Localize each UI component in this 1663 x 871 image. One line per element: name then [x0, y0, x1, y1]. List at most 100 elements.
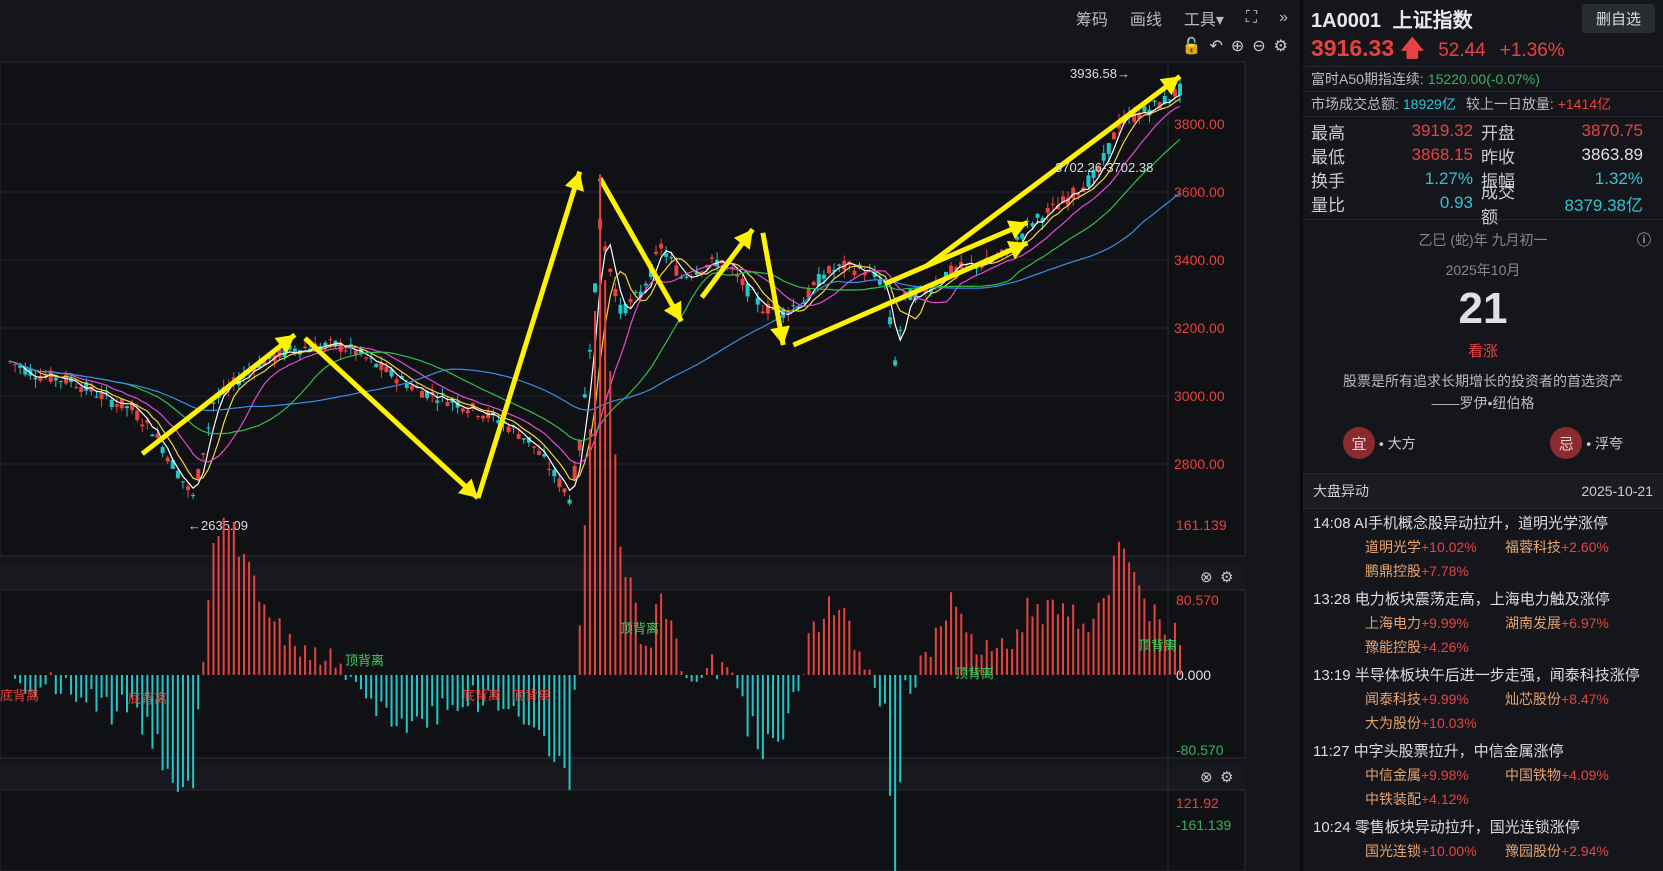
macd-y-tick-label: 80.570	[1176, 592, 1219, 608]
open-value: 3870.75	[1581, 121, 1643, 140]
candle-body	[175, 470, 180, 479]
divergence-label: 顶背离	[1138, 638, 1177, 653]
candle-body	[567, 499, 572, 504]
news-stock[interactable]: 湖南发展+6.97%	[1505, 611, 1645, 635]
news-stock[interactable]: 福蓉科技+2.60%	[1505, 535, 1645, 559]
news-headline[interactable]: 10:24 零售板块异动拉升，国光连锁涨停	[1313, 816, 1653, 839]
news-headline[interactable]: 14:08 AI手机概念股异动拉升，道明光学涨停	[1313, 512, 1653, 535]
candle-body	[206, 427, 211, 429]
candle-body	[303, 346, 308, 349]
candle-body	[516, 434, 521, 439]
candle-body	[791, 305, 796, 307]
news-stock[interactable]: 大为股份+10.03%	[1365, 711, 1505, 735]
candle-body	[898, 329, 903, 331]
news-stock[interactable]: 中国铁物+4.09%	[1505, 763, 1645, 787]
candle-body	[893, 360, 898, 366]
panel-settings-icon[interactable]: ⚙	[1220, 768, 1233, 786]
news-item[interactable]: 14:08 AI手机概念股异动拉升，道明光学涨停 道明光学+10.02% 福蓉科技+…	[1303, 509, 1663, 585]
news-stock-name: 道明光学	[1365, 539, 1421, 555]
kline-chart[interactable]: 3800.00 3600.00 3400.00 3200.00 3000.00 2800.…	[0, 0, 1300, 871]
stats-grid: 最高 3919.32 开盘 3870.75 最低 3868.15 昨收 3863.89 换手…	[1303, 116, 1663, 227]
amount-value: 8379.38亿	[1564, 195, 1643, 215]
last-price: 3916.33 🡅	[1311, 34, 1425, 61]
chart-area[interactable]: 筹码 画线 工具▾ ⛶ » 🔓 ↶ ⊕ ⊖ ⚙ 3800.00 3600.00 34…	[0, 0, 1300, 871]
news-stock-name: 豫能控股	[1365, 639, 1421, 655]
close-panel-icon[interactable]: ⊗	[1200, 768, 1213, 786]
news-stock-change: +6.97%	[1561, 615, 1609, 631]
candle-body	[837, 264, 842, 266]
news-stock-row: 闻泰科技+9.99% 灿芯股份+8.47%	[1313, 687, 1653, 711]
market-mood: 看涨	[1467, 343, 1498, 360]
volume-ratio-value: 0.93	[1439, 193, 1473, 212]
candle-body	[445, 401, 450, 406]
a50-value: 15220.00(-0.07%)	[1427, 71, 1540, 87]
remove-watchlist-button[interactable]: 删自选	[1581, 3, 1655, 33]
lunar-date: 乙巳 (蛇)年 九月初一	[1418, 232, 1548, 248]
candle-body	[557, 478, 562, 488]
stock-code: 1A0001	[1311, 9, 1382, 32]
candle-body	[1030, 223, 1035, 227]
market-news-header: 大盘异动 2025-10-21	[1303, 473, 1663, 509]
news-stock[interactable]: 中信金属+9.98%	[1365, 763, 1505, 787]
news-stock[interactable]: 鹏鼎控股+7.78%	[1365, 559, 1505, 583]
yi-ji-row: 宜 • 大方 忌 • 浮夸	[1303, 413, 1663, 473]
candle-body	[160, 447, 165, 454]
candle-body	[58, 381, 63, 383]
news-stock[interactable]: 闻泰科技+9.99%	[1365, 687, 1505, 711]
news-headline[interactable]: 11:27 中字头股票拉升，中信金属涨停	[1313, 740, 1653, 763]
candle-body	[99, 392, 104, 400]
news-headline[interactable]: 13:19 半导体板块午后进一步走强，闻泰科技涨停	[1313, 664, 1653, 687]
main-y-tick-label: 3400.00	[1174, 252, 1225, 268]
level-marker-label: 3702.26-3702.38	[1055, 160, 1153, 175]
news-stock[interactable]: 灿芯股份+8.47%	[1505, 687, 1645, 711]
macd-y-tick-label: -80.570	[1176, 742, 1224, 758]
news-stock[interactable]: 上海电力+9.99%	[1365, 611, 1505, 635]
good-tag: 宜	[1343, 427, 1375, 459]
candle-body	[547, 468, 552, 471]
price-row: 3916.33 🡅 52.44 +1.36%	[1303, 35, 1663, 66]
candle-body	[33, 377, 38, 380]
news-stock[interactable]: 中铁装配+4.12%	[1365, 787, 1505, 811]
candle-body	[710, 257, 714, 259]
vol-panel-bg	[0, 789, 1246, 871]
close-panel-icon[interactable]: ⊗	[1200, 568, 1213, 586]
info-icon[interactable]: ⓘ	[1637, 230, 1651, 250]
candle-body	[1050, 203, 1055, 205]
candle-body	[328, 339, 333, 341]
news-stock-name: 福蓉科技	[1505, 539, 1561, 555]
candle-body	[109, 399, 114, 408]
news-stock-change: +9.98%	[1421, 767, 1469, 783]
news-stock-change: +10.02%	[1421, 539, 1477, 555]
news-item[interactable]: 11:27 中字头股票拉升，中信金属涨停 中信金属+9.98% 中国铁物+4.09%…	[1303, 737, 1663, 813]
candle-body	[1106, 143, 1111, 155]
news-item[interactable]: 13:28 电力板块震荡走高，上海电力触及涨停 上海电力+9.99% 湖南发展+6.…	[1303, 585, 1663, 661]
news-stock-name: 湖南发展	[1505, 615, 1561, 631]
candle-body	[94, 396, 99, 398]
candle-body	[572, 465, 577, 480]
news-stock-change: +2.60%	[1561, 539, 1609, 555]
panel-settings-icon[interactable]: ⚙	[1220, 568, 1233, 586]
candle-body	[292, 348, 297, 352]
news-date: 2025-10-21	[1581, 483, 1653, 499]
divergence-label: 顶背离	[955, 666, 994, 681]
candle-body	[582, 394, 587, 398]
candle-body	[633, 291, 638, 293]
news-item[interactable]: 13:19 半导体板块午后进一步走强，闻泰科技涨停 闻泰科技+9.99% 灿芯股份+…	[1303, 661, 1663, 737]
news-item[interactable]: 10:24 零售板块异动拉升，国光连锁涨停 国光连锁+10.00% 豫园股份+2.9…	[1303, 813, 1663, 865]
candle-body	[1045, 208, 1050, 213]
news-stock[interactable]: 豫园股份+2.94%	[1505, 839, 1645, 863]
candle-body	[125, 406, 129, 409]
news-stock-name: 豫园股份	[1505, 843, 1561, 859]
news-headline[interactable]: 13:28 电力板块震荡走高，上海电力触及涨停	[1313, 588, 1653, 611]
candle-body	[608, 268, 613, 272]
news-stock-name: 中国铁物	[1505, 767, 1561, 783]
divergence-label: 底背离	[512, 688, 551, 703]
candle-body	[460, 408, 465, 412]
candle-body	[1086, 175, 1091, 187]
news-stock-change: +8.47%	[1561, 691, 1609, 707]
candle-body	[674, 265, 679, 276]
news-stock[interactable]: 国光连锁+10.00%	[1365, 839, 1505, 863]
news-stock[interactable]: 豫能控股+4.26%	[1365, 635, 1505, 659]
news-stock[interactable]: 道明光学+10.02%	[1365, 535, 1505, 559]
macd-y-tick-label: 161.139	[1176, 517, 1227, 533]
